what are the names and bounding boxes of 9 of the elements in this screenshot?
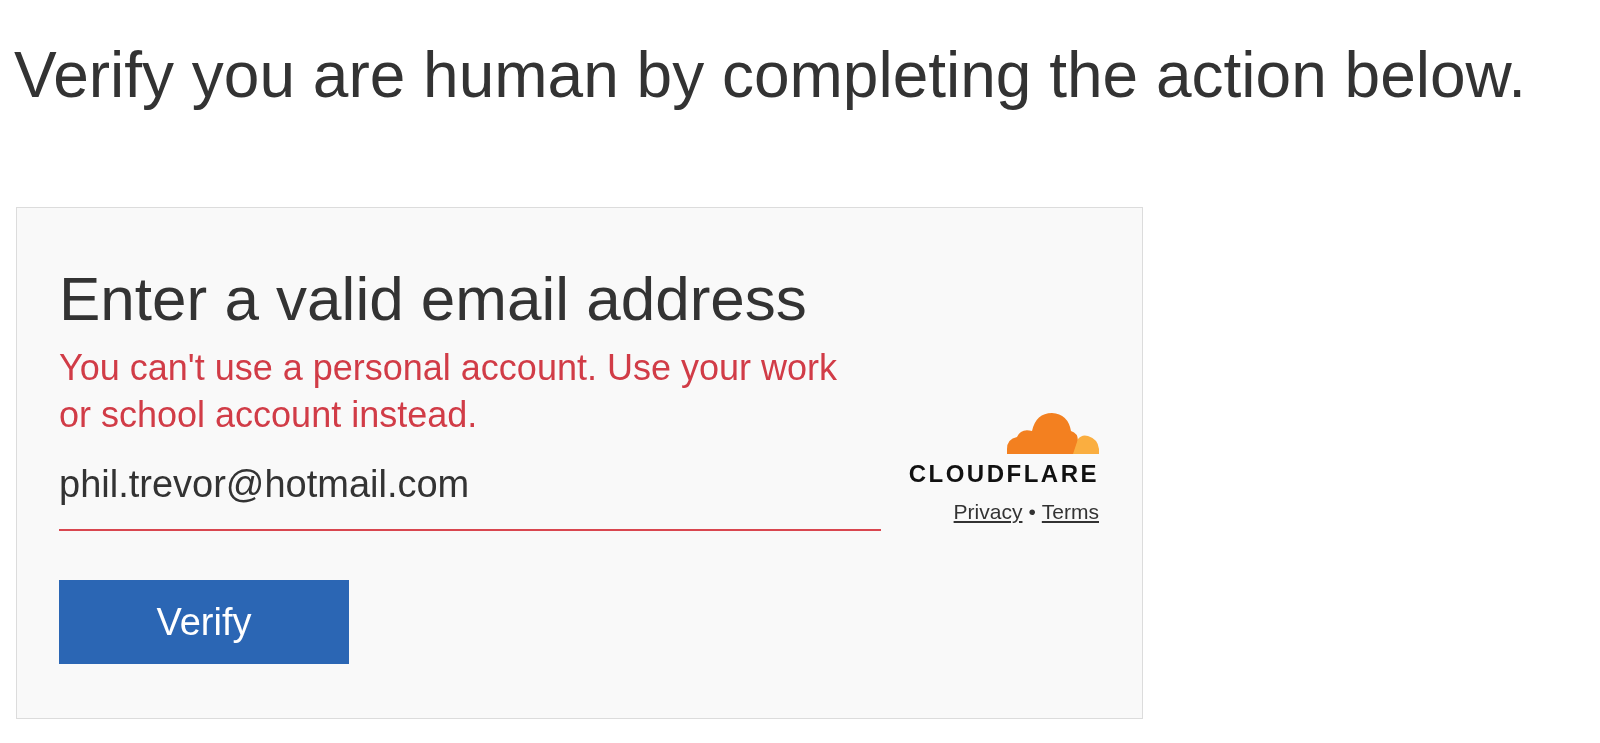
card-title: Enter a valid email address [59,268,807,330]
footer-link[interactable]: Privacy [953,501,1023,522]
email-input[interactable]: phil.trevor@hotmail.com [59,459,881,531]
cloud-logo-icon [1007,413,1099,454]
footer-link[interactable]: Terms [1041,501,1099,522]
link-separator: • [1028,501,1036,522]
error-message: You can't use a personal account. Use your work or school account instead. [59,346,838,437]
verify-button[interactable]: Verify [59,580,349,664]
brand-wordmark: CLOUDFLARE [908,462,1099,486]
